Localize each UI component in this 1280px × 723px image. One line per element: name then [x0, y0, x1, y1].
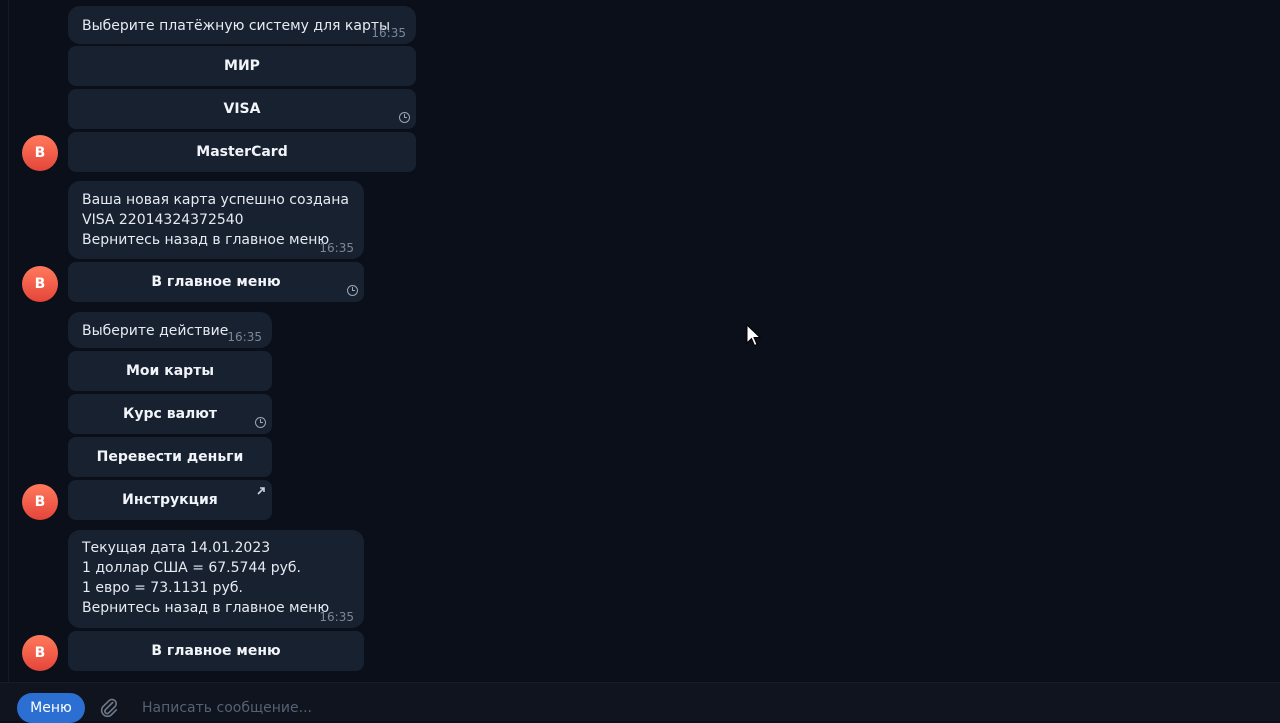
bot-avatar[interactable]: B: [22, 635, 58, 671]
keyboard-button-transfer-money[interactable]: Перевести деньги: [68, 437, 272, 477]
message-bubble: Выберите платёжную систему для карты 16:…: [68, 6, 416, 44]
bot-avatar[interactable]: B: [22, 135, 58, 171]
message-composer: Меню: [0, 682, 1280, 723]
message-line: Вернитесь назад в главное меню: [82, 600, 330, 616]
clock-icon: [399, 112, 410, 123]
message-time: 16:35: [227, 330, 262, 344]
message-text: Выберите платёжную систему для карты: [82, 18, 391, 34]
message-input[interactable]: [140, 695, 744, 721]
keyboard-button-main-menu[interactable]: В главное меню: [68, 631, 364, 671]
message-time: 16:35: [371, 26, 406, 40]
message-line: 1 доллар США = 67.5744 руб.: [82, 560, 301, 576]
message-bubble: Ваша новая карта успешно создана VISA 22…: [68, 181, 364, 259]
message-bubble: Выберите действие 16:35: [68, 312, 272, 348]
keyboard-button-exchange-rate[interactable]: Курс валют: [68, 394, 272, 434]
bot-avatar[interactable]: B: [22, 266, 58, 302]
keyboard-button-visa[interactable]: VISA: [68, 89, 416, 129]
keyboard-button-mir[interactable]: МИР: [68, 46, 416, 86]
message-time: 16:35: [319, 610, 354, 624]
message-line: 1 евро = 73.1131 руб.: [82, 580, 243, 596]
message-line: Вернитесь назад в главное меню: [82, 232, 330, 248]
keyboard-button-instructions[interactable]: Инструкция: [68, 480, 272, 520]
message-time: 16:35: [319, 241, 354, 255]
keyboard-button-main-menu[interactable]: В главное меню: [68, 262, 364, 302]
clock-icon: [347, 285, 358, 296]
message-line: Текущая дата 14.01.2023: [82, 540, 271, 556]
chat-edge-line: [8, 0, 9, 682]
arrow-up-right-icon: [257, 487, 265, 495]
message-line: VISA 22014324372540: [82, 212, 244, 228]
message-bubble: Текущая дата 14.01.2023 1 доллар США = 6…: [68, 530, 364, 628]
menu-button[interactable]: Меню: [17, 693, 85, 723]
paperclip-icon[interactable]: [98, 697, 120, 719]
keyboard-button-my-cards[interactable]: Мои карты: [68, 351, 272, 391]
keyboard-button-mastercard[interactable]: MasterCard: [68, 132, 416, 172]
bot-avatar[interactable]: B: [22, 484, 58, 520]
mouse-cursor-icon: [746, 324, 762, 347]
clock-icon: [255, 417, 266, 428]
message-line: Ваша новая карта успешно создана: [82, 192, 349, 208]
